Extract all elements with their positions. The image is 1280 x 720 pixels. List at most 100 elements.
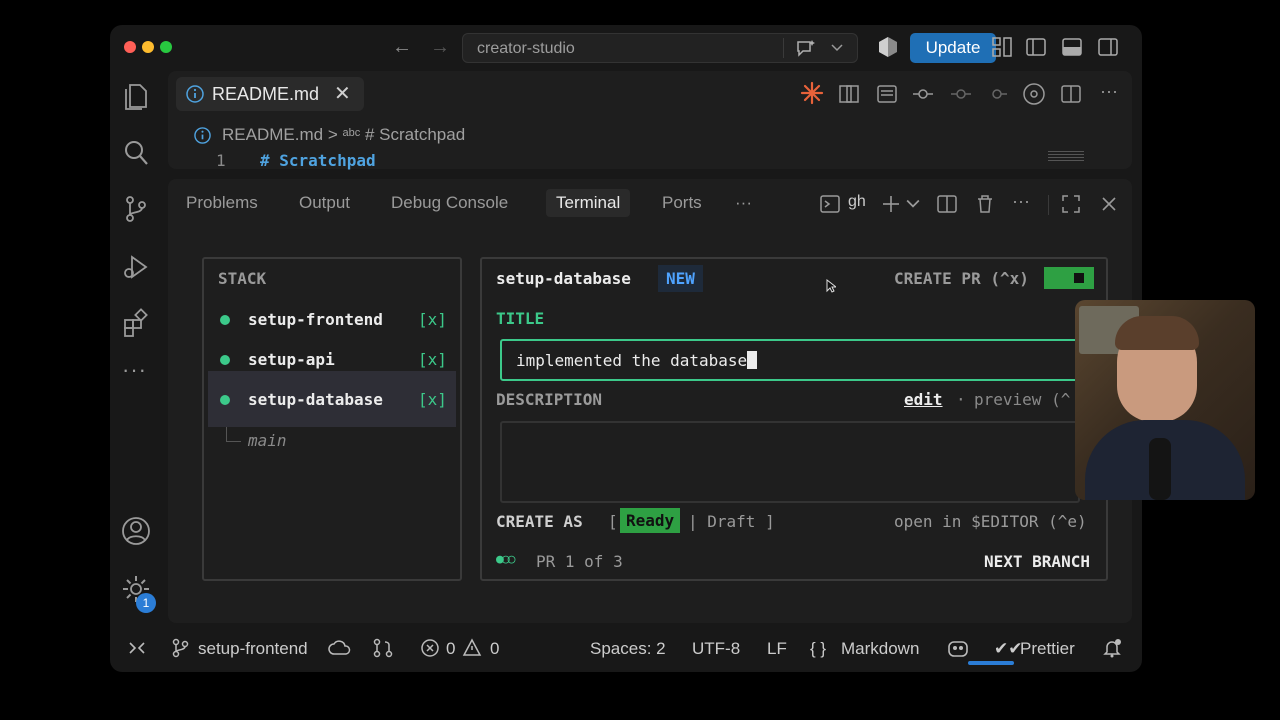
terminal-shell-icon (820, 195, 840, 213)
remote-indicator-icon[interactable] (128, 640, 146, 656)
git-timeline-icon[interactable] (1022, 82, 1046, 106)
editor-more-actions-icon[interactable]: ··· (1100, 81, 1118, 102)
more-views-icon[interactable]: ··· (122, 357, 147, 383)
stack-item-frontend[interactable]: setup-frontend [x] (208, 301, 456, 339)
status-warning-count[interactable]: 0 (490, 639, 499, 659)
layout-grid-icon[interactable] (990, 35, 1014, 59)
git-pull-request-icon[interactable] (372, 638, 394, 658)
title-label: TITLE (496, 309, 545, 328)
breadcrumb-info-icon (194, 127, 211, 144)
account-icon[interactable] (120, 515, 152, 547)
panel-divider (1048, 195, 1049, 215)
back-arrow-icon[interactable]: ← (392, 36, 412, 59)
create-pr-shortcut[interactable]: CREATE PR (^x) (894, 269, 1029, 288)
new-terminal-icon[interactable] (880, 193, 902, 215)
preview-mode-tab[interactable]: preview (^ (974, 390, 1070, 409)
tab-problems[interactable]: Problems (186, 193, 258, 213)
minimize-window-button[interactable] (142, 41, 154, 53)
activity-bar: ··· 1 (110, 71, 166, 646)
title-value: implemented the database (516, 351, 758, 370)
toggle-primary-sidebar-icon[interactable] (1024, 35, 1048, 59)
status-language[interactable]: Markdown (841, 639, 919, 659)
tab-debug-console[interactable]: Debug Console (391, 193, 508, 213)
status-prettier[interactable]: Prettier (1020, 639, 1075, 659)
chat-sparkle-icon[interactable] (795, 39, 817, 59)
line-code[interactable]: # Scratchpad (260, 151, 376, 170)
toggle-panel-icon[interactable] (1060, 35, 1084, 59)
panel-more-tabs-icon[interactable]: ··· (735, 193, 752, 213)
terminal-name[interactable]: gh (848, 193, 866, 211)
split-editor-icon[interactable] (1060, 83, 1082, 105)
stack-item-mark: [x] (418, 310, 447, 329)
create-as-label: CREATE AS (496, 512, 583, 531)
source-control-icon[interactable] (120, 193, 152, 225)
claude-sparkle-icon[interactable] (800, 81, 824, 105)
command-center-search[interactable]: creator-studio (462, 33, 858, 63)
status-indentation[interactable]: Spaces: 2 (590, 639, 666, 659)
tab-terminal[interactable]: Terminal (546, 189, 631, 217)
maximize-panel-icon[interactable] (1060, 193, 1082, 215)
title-input[interactable]: implemented the database (500, 339, 1080, 381)
forward-arrow-icon[interactable]: → (430, 36, 450, 59)
sync-cloud-icon[interactable] (328, 638, 352, 658)
breadcrumb-file[interactable]: README.md (222, 125, 323, 144)
tab-ports[interactable]: Ports (662, 193, 702, 213)
copilot-status-icon[interactable] (946, 637, 970, 659)
kill-terminal-trash-icon[interactable] (974, 193, 996, 215)
minimap (1048, 151, 1084, 161)
prettier-check-icon[interactable]: ✔✔ (994, 639, 1023, 659)
webcam-overlay (1075, 300, 1255, 500)
run-debug-icon[interactable] (120, 251, 152, 283)
notifications-bell-icon[interactable] (1102, 638, 1122, 658)
description-input[interactable] (500, 421, 1080, 503)
search-icon[interactable] (120, 137, 152, 169)
toggle-secondary-sidebar-icon[interactable] (1096, 35, 1120, 59)
breadcrumb-separator: > (327, 125, 338, 144)
create-as-bracket: [ (608, 512, 618, 531)
warning-icon[interactable] (462, 638, 482, 658)
close-panel-icon[interactable] (1098, 193, 1120, 215)
previous-change-icon[interactable] (950, 83, 972, 105)
create-pr-toggle[interactable] (1044, 267, 1094, 289)
extensions-icon[interactable] (120, 307, 152, 339)
terminal-dropdown-icon[interactable] (906, 197, 920, 211)
pr-counter: PR 1 of 3 (536, 552, 623, 571)
pr-progress-dots: ●○○ (496, 552, 516, 567)
close-tab-icon[interactable]: ✕ (334, 81, 351, 106)
tab-output[interactable]: Output (299, 193, 350, 213)
git-compare-icon[interactable] (912, 83, 934, 105)
branch-name: setup-database (496, 269, 631, 288)
next-branch-button[interactable]: NEXT BRANCH (984, 552, 1090, 571)
chevron-down-icon[interactable] (831, 43, 843, 53)
update-button[interactable]: Update (910, 33, 996, 63)
ready-option[interactable]: Ready (620, 508, 681, 533)
info-icon (186, 85, 204, 103)
stack-item-database[interactable]: setup-database [x] (208, 371, 456, 427)
stack-box: STACK setup-frontend [x] setup-api [x] s… (202, 257, 462, 581)
webcam-person-hair (1115, 316, 1199, 350)
open-changes-icon[interactable] (838, 83, 860, 105)
status-eol[interactable]: LF (767, 639, 787, 659)
status-error-count[interactable]: 0 (446, 639, 455, 659)
edit-mode-tab[interactable]: edit (904, 390, 943, 409)
git-branch-icon (172, 638, 189, 658)
status-encoding[interactable]: UTF-8 (692, 639, 740, 659)
zoom-window-button[interactable] (160, 41, 172, 53)
branch-status-dot (220, 315, 230, 325)
open-preview-icon[interactable] (876, 83, 898, 105)
language-braces-icon: { } (810, 639, 827, 658)
close-window-button[interactable] (124, 41, 136, 53)
tab-readme[interactable]: README.md ✕ (176, 77, 364, 111)
draft-option[interactable]: | Draft ] (688, 512, 775, 531)
split-terminal-icon[interactable] (936, 193, 958, 215)
stack-item-name: setup-database (248, 390, 383, 409)
error-icon[interactable] (420, 638, 440, 658)
open-in-editor-shortcut[interactable]: open in $EDITOR (^e) (894, 512, 1087, 531)
copilot-hex-icon[interactable] (876, 35, 900, 59)
explorer-files-icon[interactable] (120, 79, 152, 111)
terminal-more-actions-icon[interactable]: ··· (1012, 191, 1030, 212)
breadcrumb-symbol[interactable]: # Scratchpad (365, 125, 465, 144)
webcam-microphone (1149, 438, 1171, 500)
next-change-icon[interactable] (986, 83, 1008, 105)
status-branch[interactable]: setup-frontend (198, 639, 308, 659)
